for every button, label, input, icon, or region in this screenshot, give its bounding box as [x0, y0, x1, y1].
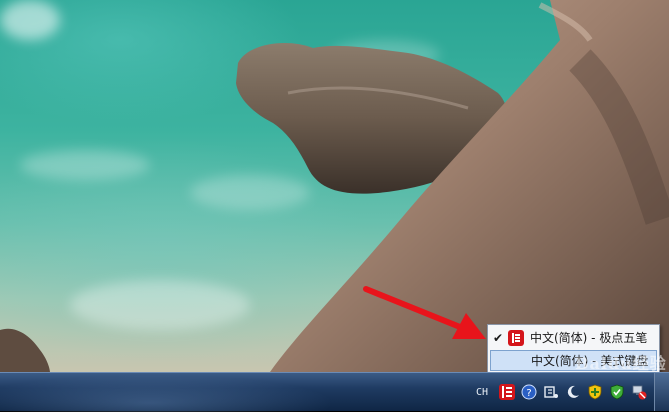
shield-check-icon[interactable] — [609, 384, 625, 400]
jidian-ime-icon[interactable] — [499, 384, 515, 400]
shield-add-icon[interactable] — [587, 384, 603, 400]
show-desktop-button[interactable] — [654, 373, 669, 411]
ime-menu-item-us-keyboard[interactable]: 中文(简体) - 美式键盘 — [490, 350, 657, 371]
network-blocked-icon[interactable] — [631, 384, 647, 400]
ime-menu-item-jidian-wubi[interactable]: ✔ 中文(简体) - 极点五笔 — [490, 327, 657, 348]
check-icon: ✔ — [492, 330, 504, 345]
system-tray: CH ? — [472, 373, 669, 411]
annotation-arrow — [363, 286, 486, 339]
ime-language-menu: ✔ 中文(简体) - 极点五笔 中文(简体) - 美式键盘 — [487, 324, 660, 374]
wave-foam — [0, 0, 60, 40]
ime-menu-item-label: 中文(简体) - 极点五笔 — [530, 331, 648, 345]
input-tools-icon[interactable] — [543, 384, 559, 400]
wave-foam — [20, 150, 150, 180]
ime-menu-item-label: 中文(简体) - 美式键盘 — [531, 354, 649, 368]
svg-text:?: ? — [526, 388, 531, 399]
moon-icon[interactable] — [565, 384, 581, 400]
language-indicator[interactable]: CH — [476, 387, 488, 398]
rock-left — [0, 328, 50, 372]
help-icon[interactable]: ? — [521, 384, 537, 400]
jidian-ime-icon — [508, 329, 524, 346]
desktop-wallpaper — [0, 0, 669, 372]
wave-foam — [70, 280, 250, 330]
taskbar: CH ? — [0, 372, 669, 412]
